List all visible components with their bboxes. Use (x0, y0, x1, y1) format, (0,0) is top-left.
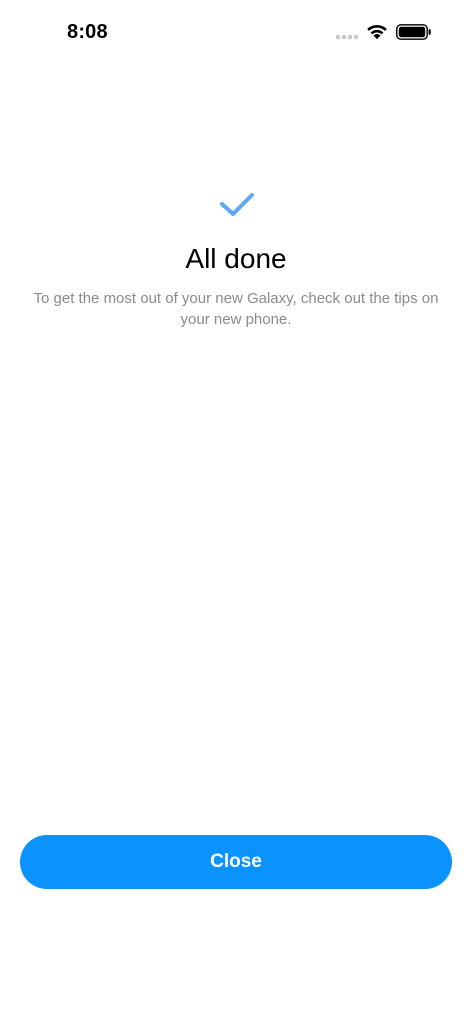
wifi-icon (367, 24, 387, 40)
battery-icon (396, 24, 431, 40)
cellular-signal-icon (335, 34, 359, 40)
page-subtitle: To get the most out of your new Galaxy, … (33, 290, 439, 328)
page-title: All done (185, 243, 287, 274)
screen: 8:08 All done To get the most out of you… (0, 0, 472, 1024)
checkmark-icon (220, 193, 254, 216)
status-bar: 8:08 (0, 0, 472, 64)
close-button[interactable]: Close (20, 835, 452, 889)
status-time: 8:08 (67, 21, 108, 43)
